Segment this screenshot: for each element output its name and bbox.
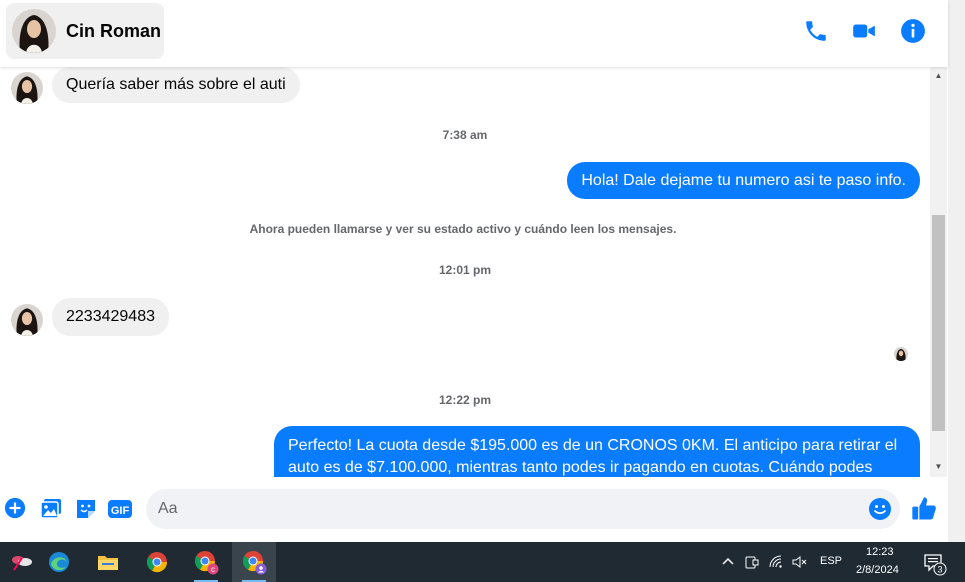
message-incoming[interactable]: 2233429483 [52, 298, 169, 336]
system-notice: Ahora pueden llamarse y ver su estado ac… [249, 222, 677, 236]
emoji-icon[interactable] [868, 497, 892, 521]
chrome-profile-c-icon[interactable]: c [184, 542, 228, 582]
message-list: Quería saber más sobre el auti 7:38 am H… [0, 67, 930, 477]
svg-text:3: 3 [937, 565, 942, 575]
sticker-icon[interactable] [74, 497, 98, 521]
thumbs-up-icon[interactable] [910, 495, 938, 523]
contact-name: Cin Roman [66, 20, 162, 41]
gif-icon[interactable]: GIF [107, 497, 133, 521]
message-input-box [146, 489, 900, 529]
phone-icon[interactable] [803, 18, 829, 44]
message-outgoing[interactable]: Hola! Dale dejame tu numero asi te paso … [567, 162, 920, 199]
message-text: Quería saber más sobre el auti [66, 76, 286, 93]
message-input[interactable] [158, 489, 858, 529]
svg-text:GIF: GIF [111, 505, 130, 517]
clock-time[interactable]: 12:23 [866, 546, 894, 558]
chat-header: Cin Roman [0, 0, 948, 67]
chevron-up-icon[interactable] [720, 554, 736, 570]
notification-center-icon[interactable]: 3 [924, 554, 948, 576]
language-indicator[interactable]: ESP [820, 555, 842, 567]
info-icon[interactable] [900, 18, 926, 44]
composer-bar: GIF [0, 477, 948, 542]
plus-circle-icon[interactable] [4, 497, 28, 521]
contact-avatar-small[interactable] [11, 72, 43, 104]
message-text: Hola! Dale dejame tu numero asi te paso … [581, 171, 906, 189]
volume-muted-icon[interactable] [791, 554, 807, 570]
scrollbar-thumb[interactable] [932, 215, 945, 431]
video-camera-icon[interactable] [851, 18, 877, 44]
chrome-icon[interactable] [135, 542, 179, 582]
contact-avatar-small[interactable] [11, 304, 43, 336]
message-incoming[interactable]: Quería saber más sobre el auti [52, 67, 300, 103]
scroll-down-icon[interactable]: ▼ [930, 458, 947, 475]
message-timestamp: 12:22 pm [438, 393, 492, 407]
scroll-up-icon[interactable]: ▲ [930, 67, 947, 84]
contact-button[interactable]: Cin Roman [6, 3, 164, 59]
seen-indicator-avatar [894, 347, 908, 361]
meet-now-icon[interactable] [744, 554, 760, 570]
contact-avatar [12, 9, 56, 53]
message-text: Perfecto! La cuota desde $195.000 es de … [288, 437, 898, 476]
svg-text:c: c [211, 565, 215, 574]
message-text: 2233429483 [66, 308, 155, 325]
clock-date[interactable]: 2/8/2024 [856, 564, 899, 576]
window-edge [948, 0, 965, 542]
messenger-window: Cin Roman Quería saber más sobre el auti… [0, 0, 965, 582]
file-explorer-icon[interactable] [86, 542, 130, 582]
message-timestamp: 12:01 pm [438, 263, 492, 277]
message-timestamp: 7:38 am [442, 128, 488, 142]
wifi-icon[interactable] [768, 554, 784, 570]
edge-icon[interactable] [37, 542, 81, 582]
message-scrollbar[interactable]: ▲ ▼ [930, 67, 947, 477]
windows-taskbar: c ESP 12:23 2/8/2024 3 [0, 542, 965, 582]
message-outgoing[interactable]: Perfecto! La cuota desde $195.000 es de … [274, 426, 920, 477]
photo-icon[interactable] [39, 497, 63, 521]
chrome-profile-active-icon[interactable] [232, 542, 276, 582]
